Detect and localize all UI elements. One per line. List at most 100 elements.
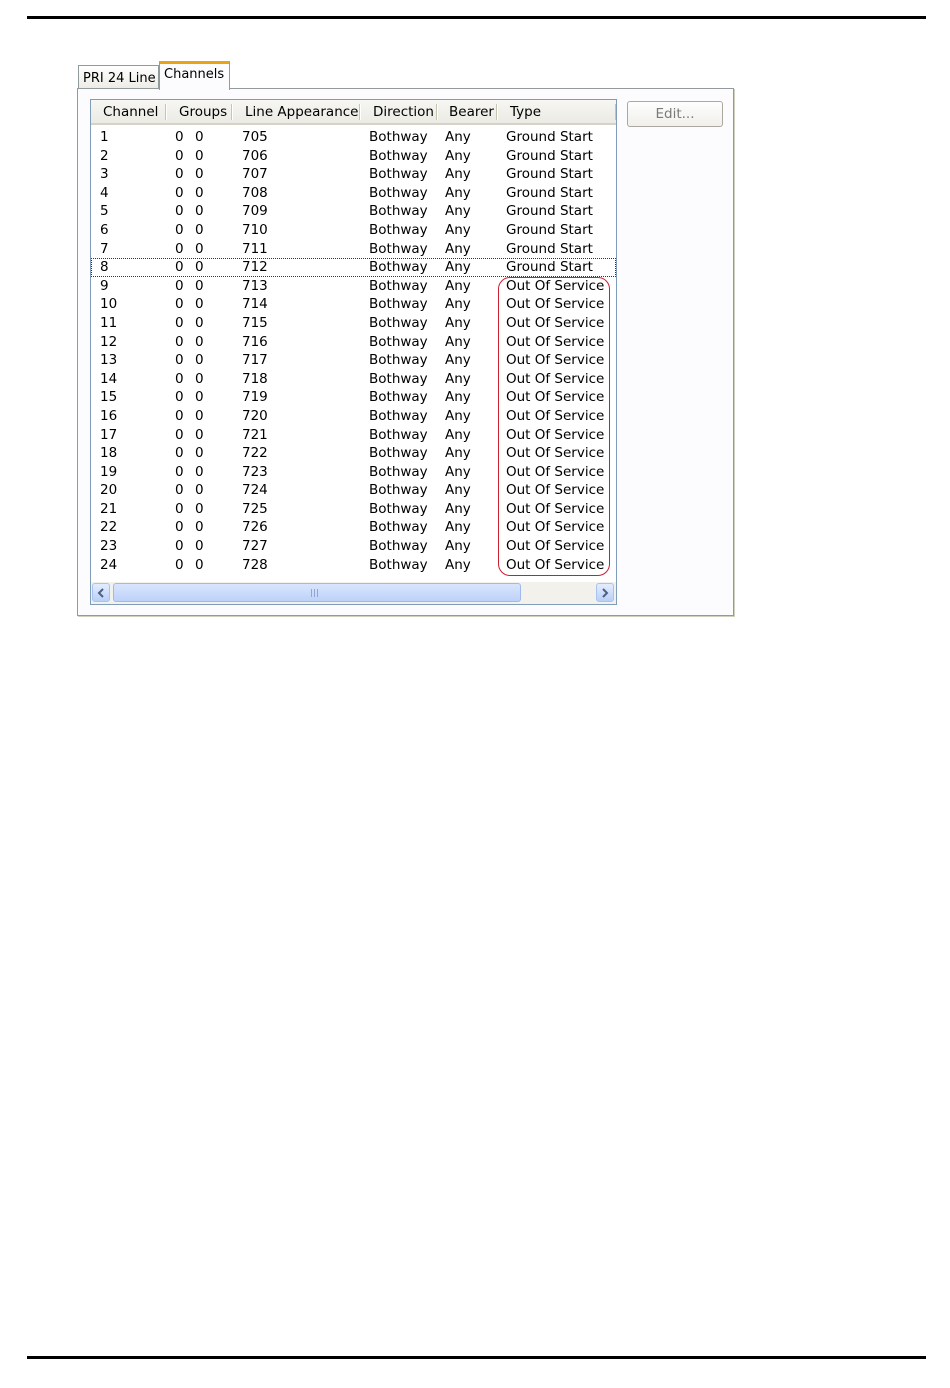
scroll-left-button[interactable] [92, 583, 110, 602]
group-in-cell: 0 [175, 166, 184, 183]
direction-cell: Bothway [369, 277, 428, 294]
bearer-cell: Any [445, 352, 471, 369]
table-row[interactable]: 9 0 0 713 Bothway Any Out Of Service [91, 277, 616, 296]
line-appearance-cell: 727 [242, 538, 268, 555]
channel-cell: 14 [100, 370, 118, 387]
table-row[interactable]: 1 0 0 705 Bothway Any Ground Start [91, 128, 616, 147]
channel-cell: 20 [100, 482, 118, 499]
group-out-cell: 0 [195, 370, 204, 387]
table-row[interactable]: 10 0 0 714 Bothway Any Out Of Service [91, 295, 616, 314]
bearer-cell: Any [445, 203, 471, 220]
type-cell: Out Of Service [506, 352, 605, 369]
line-appearance-cell: 717 [242, 352, 268, 369]
table-row[interactable]: 13 0 0 717 Bothway Any Out Of Service [91, 351, 616, 370]
group-out-cell: 0 [195, 147, 204, 164]
table-row[interactable]: 12 0 0 716 Bothway Any Out Of Service [91, 333, 616, 352]
channel-cell: 16 [100, 407, 118, 424]
list-rows: 1 0 0 705 Bothway Any Ground Start 2 0 0 706 Bothwa… [91, 128, 616, 574]
table-row[interactable]: 2 0 0 706 Bothway Any Ground Start [91, 147, 616, 166]
table-row[interactable]: 19 0 0 723 Bothway Any Out Of Service [91, 463, 616, 482]
direction-cell: Bothway [369, 426, 428, 443]
group-in-cell: 0 [175, 314, 184, 331]
table-row[interactable]: 22 0 0 726 Bothway Any Out Of Service [91, 518, 616, 537]
group-in-cell: 0 [175, 203, 184, 220]
group-out-cell: 0 [195, 389, 204, 406]
line-appearance-cell: 728 [242, 556, 268, 573]
table-row[interactable]: 11 0 0 715 Bothway Any Out Of Service [91, 314, 616, 333]
edit-button[interactable]: Edit... [627, 101, 723, 127]
line-appearance-cell: 725 [242, 500, 268, 517]
group-in-cell: 0 [175, 333, 184, 350]
group-out-cell: 0 [195, 445, 204, 462]
column-divider[interactable] [165, 104, 166, 120]
column-header-line-appearance[interactable]: Line Appearance [245, 100, 358, 123]
channels-panel: Channel Groups Line Appearance Direction… [77, 88, 734, 616]
group-out-cell: 0 [195, 259, 204, 276]
table-row[interactable]: 6 0 0 710 Bothway Any Ground Start [91, 221, 616, 240]
line-appearance-cell: 716 [242, 333, 268, 350]
channel-cell: 12 [100, 333, 118, 350]
direction-cell: Bothway [369, 352, 428, 369]
direction-cell: Bothway [369, 370, 428, 387]
channels-list[interactable]: Channel Groups Line Appearance Direction… [90, 99, 617, 605]
table-row[interactable]: 20 0 0 724 Bothway Any Out Of Service [91, 481, 616, 500]
table-row[interactable]: 4 0 0 708 Bothway Any Ground Start [91, 184, 616, 203]
table-row[interactable]: 24 0 0 728 Bothway Any Out Of Service [91, 556, 616, 575]
list-header: Channel Groups Line Appearance Direction… [91, 100, 616, 125]
type-cell: Ground Start [506, 147, 593, 164]
column-divider[interactable] [436, 104, 437, 120]
direction-cell: Bothway [369, 203, 428, 220]
bearer-cell: Any [445, 333, 471, 350]
channel-cell: 13 [100, 352, 118, 369]
column-divider[interactable] [231, 104, 232, 120]
column-header-groups[interactable]: Groups [179, 100, 227, 123]
table-row[interactable]: 18 0 0 722 Bothway Any Out Of Service [91, 444, 616, 463]
direction-cell: Bothway [369, 314, 428, 331]
group-in-cell: 0 [175, 556, 184, 573]
type-cell: Out Of Service [506, 370, 605, 387]
type-cell: Out Of Service [506, 482, 605, 499]
table-row[interactable]: 21 0 0 725 Bothway Any Out Of Service [91, 500, 616, 519]
column-divider[interactable] [615, 104, 616, 120]
tab-pri-24-line[interactable]: PRI 24 Line [78, 65, 159, 89]
bearer-cell: Any [445, 147, 471, 164]
direction-cell: Bothway [369, 296, 428, 313]
table-row[interactable]: 16 0 0 720 Bothway Any Out Of Service [91, 407, 616, 426]
group-in-cell: 0 [175, 482, 184, 499]
group-in-cell: 0 [175, 129, 184, 145]
type-cell: Ground Start [506, 259, 593, 276]
channel-cell: 1 [100, 129, 109, 145]
type-cell: Ground Start [506, 166, 593, 183]
column-header-type[interactable]: Type [510, 100, 541, 123]
table-row[interactable]: 8 0 0 712 Bothway Any Ground Start [91, 258, 616, 277]
table-row[interactable]: 7 0 0 711 Bothway Any Ground Start [91, 240, 616, 259]
channel-cell: 5 [100, 203, 109, 220]
horizontal-scrollbar[interactable] [91, 582, 616, 604]
column-header-direction[interactable]: Direction [373, 100, 434, 123]
group-in-cell: 0 [175, 426, 184, 443]
type-cell: Out Of Service [506, 277, 605, 294]
scroll-thumb[interactable] [113, 583, 521, 602]
group-in-cell: 0 [175, 370, 184, 387]
table-row[interactable]: 3 0 0 707 Bothway Any Ground Start [91, 165, 616, 184]
type-cell: Out Of Service [506, 314, 605, 331]
table-row[interactable]: 5 0 0 709 Bothway Any Ground Start [91, 202, 616, 221]
table-row[interactable]: 23 0 0 727 Bothway Any Out Of Service [91, 537, 616, 556]
group-out-cell: 0 [195, 407, 204, 424]
column-header-bearer[interactable]: Bearer [449, 100, 494, 123]
group-in-cell: 0 [175, 240, 184, 257]
table-row[interactable]: 14 0 0 718 Bothway Any Out Of Service [91, 370, 616, 389]
column-divider[interactable] [359, 104, 360, 120]
group-in-cell: 0 [175, 519, 184, 536]
table-row[interactable]: 15 0 0 719 Bothway Any Out Of Service [91, 388, 616, 407]
line-appearance-cell: 721 [242, 426, 268, 443]
tab-channels[interactable]: Channels [159, 61, 230, 90]
table-row[interactable]: 17 0 0 721 Bothway Any Out Of Service [91, 426, 616, 445]
column-divider[interactable] [496, 104, 497, 120]
line-appearance-cell: 715 [242, 314, 268, 331]
group-out-cell: 0 [195, 463, 204, 480]
type-cell: Out Of Service [506, 426, 605, 443]
column-header-channel[interactable]: Channel [103, 100, 158, 123]
bottom-rule [27, 1356, 926, 1359]
scroll-right-button[interactable] [596, 583, 614, 602]
